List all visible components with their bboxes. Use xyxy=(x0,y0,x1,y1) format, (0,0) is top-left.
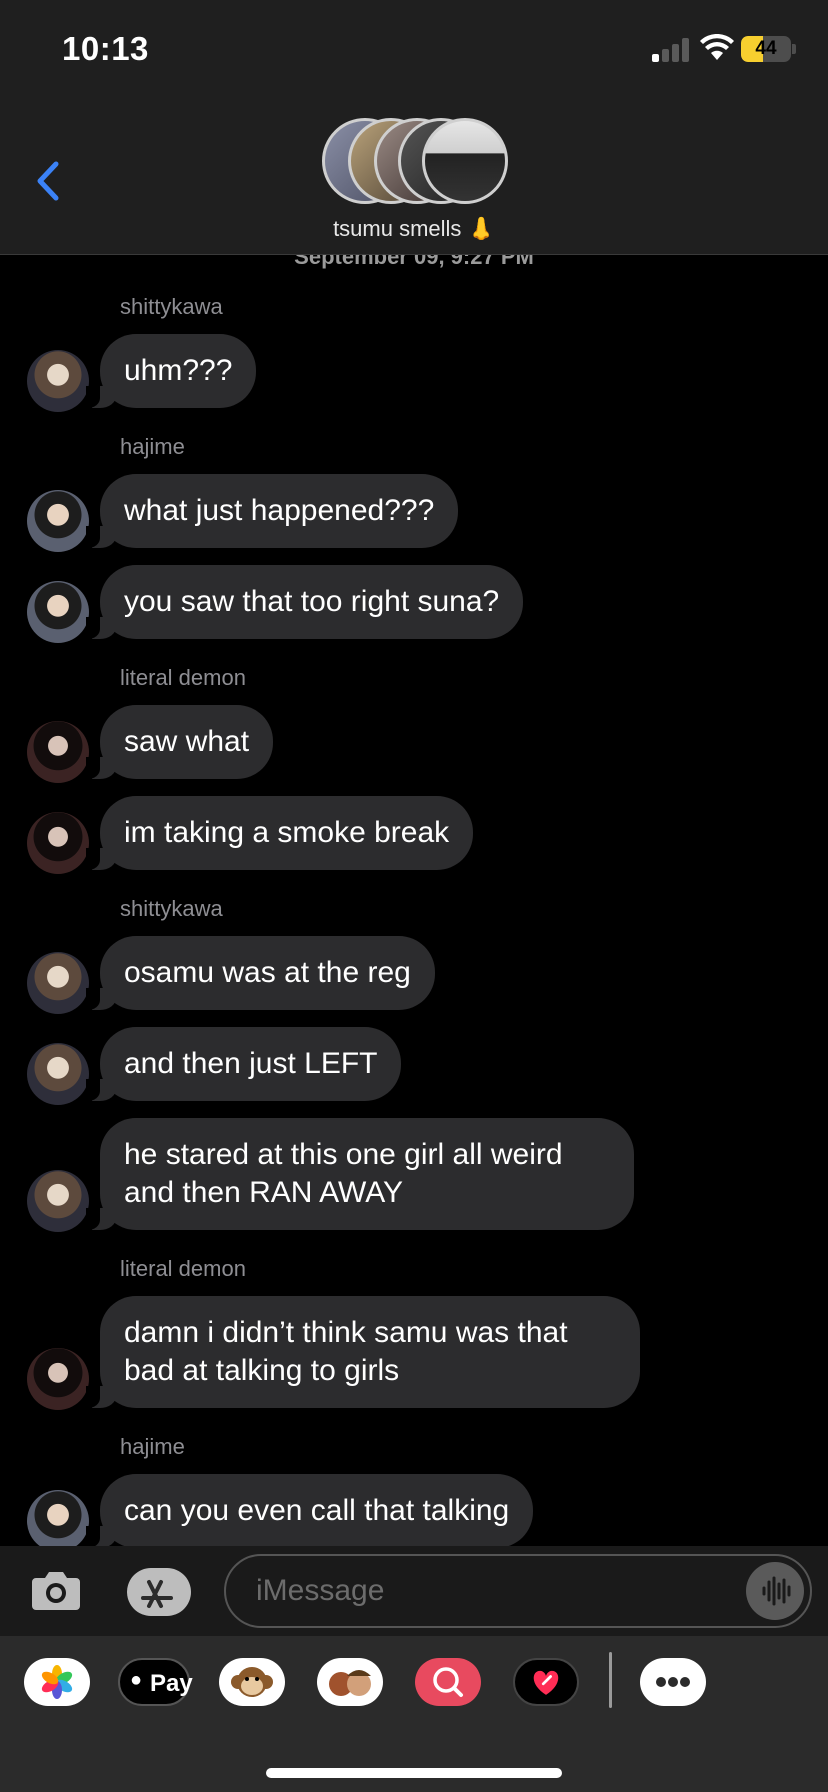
drawer-divider xyxy=(609,1652,612,1708)
battery-indicator: 44 xyxy=(741,36,791,62)
photos-app-icon[interactable] xyxy=(24,1658,90,1706)
avatar-literal-demon[interactable] xyxy=(27,1348,89,1410)
apple-pay-label: Pay xyxy=(150,1670,193,1697)
cellular-signal-icon xyxy=(652,38,690,62)
home-indicator[interactable] xyxy=(266,1768,562,1778)
apple-pay-app-icon[interactable]: ● Pay xyxy=(118,1658,193,1706)
battery-percent: 44 xyxy=(755,38,777,59)
avatar-literal-demon[interactable] xyxy=(27,721,89,783)
avatar-shittykawa[interactable] xyxy=(27,350,89,412)
message-field[interactable] xyxy=(224,1554,812,1628)
message-bubble[interactable]: and then just LEFT xyxy=(85,1027,402,1101)
group-name[interactable]: tsumu smells 👃 xyxy=(0,216,828,242)
sender-label: literal demon xyxy=(120,1256,246,1281)
avatar-literal-demon[interactable] xyxy=(27,812,89,874)
ellipsis-icon[interactable] xyxy=(640,1658,706,1706)
camera-icon[interactable] xyxy=(30,1568,82,1612)
avatar-hajime[interactable] xyxy=(27,1490,89,1552)
message-bubble[interactable]: uhm??? xyxy=(85,334,257,408)
avatar-shittykawa[interactable] xyxy=(27,952,89,1014)
message-bubble[interactable]: osamu was at the reg xyxy=(86,936,435,1010)
message-bubble[interactable]: you saw that too right suna? xyxy=(85,565,524,639)
imessage-input[interactable] xyxy=(256,1556,716,1626)
message-bubble[interactable]: saw what xyxy=(85,705,274,779)
sender-label: shittykawa xyxy=(120,294,223,319)
sender-label: hajime xyxy=(120,1434,185,1459)
waveform-icon[interactable] xyxy=(746,1562,804,1620)
compose-bar xyxy=(0,1546,828,1636)
message-bubble[interactable]: damn i didn’t think samu was that bad at… xyxy=(86,1296,640,1408)
avatar-shittykawa[interactable] xyxy=(27,1170,89,1232)
message-bubble[interactable]: what just happened??? xyxy=(85,474,459,548)
avatar-shittykawa[interactable] xyxy=(27,1043,89,1105)
chevron-left-icon[interactable] xyxy=(28,158,68,204)
message-bubble[interactable]: im taking a smoke break xyxy=(85,796,474,870)
group-avatar-stack[interactable] xyxy=(322,118,512,208)
conversation-header: 10:13 44 tsumu smells 👃 xyxy=(0,0,828,255)
image-search-icon[interactable] xyxy=(415,1658,481,1706)
monkey-memoji-icon[interactable] xyxy=(219,1658,285,1706)
heart-app-icon[interactable] xyxy=(513,1658,579,1706)
group-avatar-5 xyxy=(422,118,508,204)
sender-label: literal demon xyxy=(120,665,246,690)
app-drawer: ● Pay xyxy=(0,1636,828,1792)
status-time: 10:13 xyxy=(62,30,149,67)
wifi-icon xyxy=(700,34,734,60)
memoji-icon[interactable] xyxy=(317,1658,383,1706)
avatar-hajime[interactable] xyxy=(27,490,89,552)
battery-tip xyxy=(792,44,796,54)
message-bubble[interactable]: can you even call that talking xyxy=(85,1474,534,1548)
apple-logo-icon: ● xyxy=(130,1669,143,1691)
sender-label: hajime xyxy=(120,434,185,459)
message-bubble[interactable]: he stared at this one girl all weird and… xyxy=(86,1118,634,1230)
avatar-hajime[interactable] xyxy=(27,581,89,643)
app-store-icon[interactable] xyxy=(127,1568,191,1616)
sender-label: shittykawa xyxy=(120,896,223,921)
